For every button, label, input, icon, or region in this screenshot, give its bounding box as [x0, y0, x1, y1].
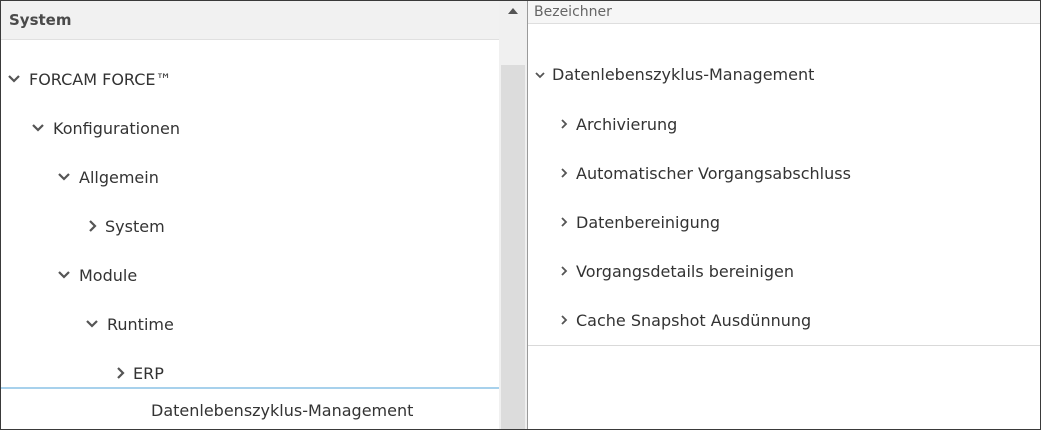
row-label: Vorgangsdetails bereinigen: [576, 262, 795, 281]
tree-node-label: Datenlebenszyklus-Management: [151, 401, 414, 420]
tree-node-label: Konfigurationen: [53, 119, 181, 138]
row-label: Datenlebenszyklus-Management: [552, 65, 815, 84]
row-label: Datenbereinigung: [576, 213, 721, 232]
tree-node-label: System: [105, 217, 165, 236]
details-table: Bezeichner Datenlebenszyklus-Management …: [528, 1, 1040, 429]
chevron-down-icon[interactable]: [57, 167, 71, 187]
chevron-right-icon[interactable]: [558, 164, 570, 182]
triangle-up-icon: [508, 8, 518, 14]
chevron-right-icon[interactable]: [558, 262, 570, 280]
table-row[interactable]: Cache Snapshot Ausdünnung: [528, 296, 1040, 346]
table-row[interactable]: Archivierung: [528, 100, 1040, 150]
table-row[interactable]: Vorgangsdetails bereinigen: [528, 247, 1040, 297]
tree-node-label: Runtime: [107, 315, 174, 334]
column-header-label: Bezeichner: [534, 4, 612, 20]
chevron-right-icon[interactable]: [558, 311, 570, 329]
tree-node-label: Allgemein: [79, 168, 159, 187]
window-frame: System FORCAM FORCE™ Konfigurationen All…: [0, 0, 1041, 430]
chevron-right-icon[interactable]: [113, 363, 127, 383]
tree-node-label: Module: [79, 266, 138, 285]
system-tree-panel: System FORCAM FORCE™ Konfigurationen All…: [1, 1, 527, 429]
chevron-right-icon[interactable]: [558, 213, 570, 231]
chevron-down-icon[interactable]: [31, 118, 45, 138]
table-row[interactable]: Datenlebenszyklus-Management: [528, 51, 1040, 101]
tree-header: System: [1, 1, 499, 40]
tree-node-system[interactable]: System: [1, 204, 499, 253]
tree-node-label: ERP: [133, 364, 164, 383]
table-row[interactable]: Datenbereinigung: [528, 198, 1040, 248]
chevron-down-icon[interactable]: [534, 66, 546, 84]
chevron-down-icon[interactable]: [57, 265, 71, 285]
scroll-up-button[interactable]: [499, 1, 527, 23]
chevron-down-icon[interactable]: [7, 69, 21, 89]
column-header[interactable]: Bezeichner: [528, 1, 1040, 24]
tree-node-runtime[interactable]: Runtime: [1, 302, 499, 351]
tree-node-konfigurationen[interactable]: Konfigurationen: [1, 106, 499, 155]
tree-header-label: System: [9, 11, 72, 29]
tree-node-forcam-force[interactable]: FORCAM FORCE™: [1, 57, 499, 106]
row-label: Cache Snapshot Ausdünnung: [576, 311, 812, 330]
tree-node-module[interactable]: Module: [1, 253, 499, 302]
row-label: Automatischer Vorgangsabschluss: [576, 164, 851, 183]
chevron-down-icon[interactable]: [85, 314, 99, 334]
table-row[interactable]: Automatischer Vorgangsabschluss: [528, 149, 1040, 199]
chevron-right-icon[interactable]: [558, 115, 570, 133]
scrollbar-thumb[interactable]: [501, 65, 525, 429]
tree-node-label: FORCAM FORCE™: [29, 70, 172, 89]
tree-node-datenlebenszyklus-management[interactable]: Datenlebenszyklus-Management: [1, 387, 499, 429]
tree-node-allgemein[interactable]: Allgemein: [1, 155, 499, 204]
tree-scrollbar[interactable]: [499, 1, 527, 429]
row-label: Archivierung: [576, 115, 678, 134]
chevron-right-icon[interactable]: [85, 216, 99, 236]
